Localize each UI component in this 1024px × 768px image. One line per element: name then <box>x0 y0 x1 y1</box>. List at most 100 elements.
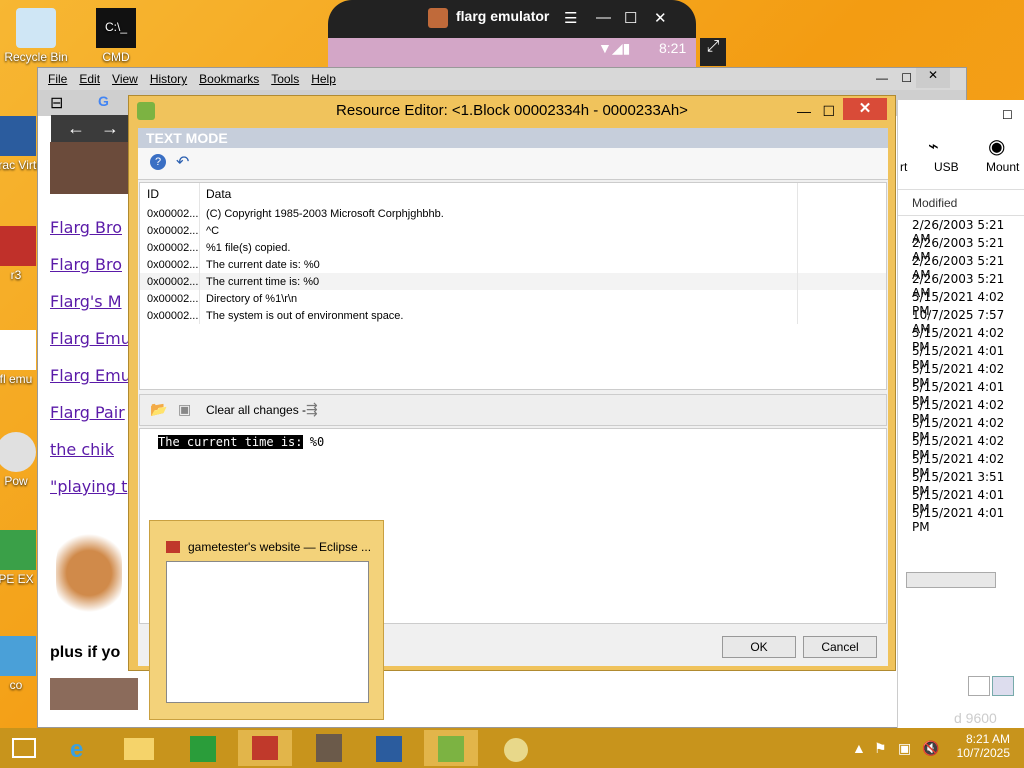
network-icon[interactable]: ▣ <box>898 740 911 757</box>
file-row[interactable]: 5/15/2021 4:02 PM <box>898 414 1024 444</box>
power-icon <box>0 432 36 472</box>
file-row[interactable]: 5/15/2021 3:51 PM <box>898 468 1024 498</box>
close-button[interactable]: ✕ <box>654 9 667 27</box>
action-center-flag-icon[interactable]: ⚑ <box>874 740 887 757</box>
menu-view[interactable]: View <box>112 72 138 86</box>
file-row[interactable]: 2/26/2003 5:21 AM <box>898 216 1024 246</box>
file-row[interactable]: 5/15/2021 4:02 PM <box>898 288 1024 318</box>
cmd-shortcut[interactable]: C:\_ CMD <box>84 8 148 64</box>
modified-column-header[interactable]: Modified <box>898 190 1024 216</box>
file-row[interactable]: 2/26/2003 5:21 AM <box>898 270 1024 300</box>
volume-muted-icon[interactable]: 🔇 <box>922 740 939 757</box>
ok-button[interactable]: OK <box>722 636 796 658</box>
flarg-emulator-icon <box>0 330 36 370</box>
taskbar-preview[interactable]: gametester's website — Eclipse ... <box>149 520 384 720</box>
file-row[interactable]: 5/15/2021 4:02 PM <box>898 360 1024 390</box>
browser-minimize-button[interactable]: — <box>876 71 888 85</box>
table-row[interactable]: 0x00002... Directory of %1\r\n <box>140 290 886 307</box>
data-column-header[interactable]: Data <box>200 183 798 205</box>
explorer-taskbar-button[interactable] <box>112 730 166 766</box>
row-id: 0x00002... <box>140 205 200 222</box>
menu-icon[interactable]: ☰ <box>564 9 577 27</box>
browser-maximize-button[interactable]: ☐ <box>901 71 912 85</box>
page-link[interactable]: "playing t <box>50 477 131 496</box>
menu-edit[interactable]: Edit <box>79 72 100 86</box>
file-row[interactable]: 5/15/2021 4:01 PM <box>898 486 1024 516</box>
id-column-header[interactable]: ID <box>140 183 200 205</box>
page-link[interactable]: Flarg Bro <box>50 218 131 237</box>
flarg-taskbar-button[interactable] <box>302 730 356 766</box>
menu-tools[interactable]: Tools <box>271 72 299 86</box>
file-row[interactable]: 5/15/2021 4:02 PM <box>898 450 1024 480</box>
dialog-maximize-button[interactable]: ☐ <box>822 96 835 126</box>
cancel-button[interactable]: Cancel <box>803 636 877 658</box>
table-row[interactable]: 0x00002... The current time is: %0 <box>140 273 886 290</box>
table-row[interactable]: 0x00002... (C) Copyright 1985-2003 Micros… <box>140 205 886 222</box>
page-link[interactable]: the chik <box>50 440 131 459</box>
clear-all-changes-button[interactable]: Clear all changes - <box>206 403 306 417</box>
r3-icon <box>0 226 36 266</box>
ie-taskbar-button[interactable]: e <box>56 730 110 766</box>
minimize-button[interactable]: — <box>596 9 611 26</box>
dialog-minimize-button[interactable]: — <box>797 96 811 126</box>
page-link[interactable]: Flarg Bro <box>50 255 131 274</box>
page-link[interactable]: Flarg Emu <box>50 366 131 385</box>
table-row[interactable]: 0x00002... ^C <box>140 222 886 239</box>
disc-taskbar-button[interactable] <box>488 730 542 766</box>
file-row[interactable]: 5/15/2021 4:02 PM <box>898 396 1024 426</box>
tray-expand-icon[interactable]: ▲ <box>852 740 866 756</box>
row-data: Directory of %1\r\n <box>200 290 798 307</box>
file-row[interactable]: 2/26/2003 5:21 AM <box>898 252 1024 282</box>
browser-menubar: File Edit View History Bookmarks Tools H… <box>38 68 966 90</box>
file-row[interactable]: 2/26/2003 5:21 AM <box>898 234 1024 264</box>
details-view-icon[interactable] <box>968 676 990 696</box>
tab-overview-icon[interactable]: ⊟ <box>50 93 63 113</box>
taskbar-clock[interactable]: 8:21 AM 10/7/2025 <box>957 732 1010 760</box>
help-icon[interactable]: ? <box>150 154 166 170</box>
undo-icon[interactable]: ↶ <box>176 152 189 172</box>
resource-editor-taskbar-button[interactable] <box>424 730 478 766</box>
google-icon[interactable]: G <box>98 93 109 109</box>
eclipse-taskbar-button[interactable] <box>238 730 292 766</box>
export-icon[interactable]: ⇶ <box>306 401 318 418</box>
table-row[interactable]: 0x00002... %1 file(s) copied. <box>140 239 886 256</box>
menu-history[interactable]: History <box>150 72 187 86</box>
page-text: plus if yo <box>50 644 121 661</box>
file-row[interactable]: 5/15/2021 4:01 PM <box>898 378 1024 408</box>
expand-icon[interactable]: ⤢ <box>700 38 726 66</box>
menu-bookmarks[interactable]: Bookmarks <box>199 72 259 86</box>
page-link[interactable]: Flarg Emu <box>50 329 131 348</box>
file-row[interactable]: 5/15/2021 4:02 PM <box>898 324 1024 354</box>
store-taskbar-button[interactable] <box>176 730 230 766</box>
dialog-close-button[interactable]: ✕ <box>843 98 887 120</box>
fm-tool-label[interactable]: rt <box>900 160 907 174</box>
menu-file[interactable]: File <box>48 72 67 86</box>
file-row[interactable]: 5/15/2021 4:01 PM <box>898 504 1024 534</box>
usb-button[interactable]: USB <box>934 160 959 174</box>
browser-close-button[interactable]: ✕ <box>916 68 950 88</box>
table-row[interactable]: 0x00002... The system is out of environme… <box>140 307 886 324</box>
page-link[interactable]: Flarg's M <box>50 292 131 311</box>
table-row[interactable]: 0x00002... The current date is: %0 <box>140 256 886 273</box>
file-row[interactable]: 5/15/2021 4:01 PM <box>898 342 1024 372</box>
forward-arrow-icon[interactable]: → <box>101 118 119 139</box>
virtualbox-taskbar-button[interactable] <box>362 730 416 766</box>
preview-view-icon[interactable] <box>992 676 1014 696</box>
save-icon[interactable]: ▣ <box>178 401 191 418</box>
menu-help[interactable]: Help <box>311 72 336 86</box>
maximize-button[interactable]: ☐ <box>624 9 637 27</box>
file-row[interactable]: 10/7/2025 7:57 AM <box>898 306 1024 336</box>
file-row[interactable]: 5/15/2021 4:02 PM <box>898 432 1024 462</box>
row-id: 0x00002... <box>140 256 200 273</box>
recycle-bin-shortcut[interactable]: Recycle Bin <box>4 8 68 64</box>
flarg-logo-icon <box>428 8 448 28</box>
pe-explorer-icon <box>0 530 36 570</box>
open-icon[interactable]: 📂 <box>150 401 167 418</box>
start-button[interactable] <box>0 730 54 766</box>
row-data: The current date is: %0 <box>200 256 798 273</box>
mount-button[interactable]: Mount <box>986 160 1019 174</box>
page-link[interactable]: Flarg Pair <box>50 403 131 422</box>
horizontal-scrollbar[interactable] <box>906 572 996 588</box>
back-arrow-icon[interactable]: ← <box>67 118 85 139</box>
fm-maximize-button[interactable]: ☐ <box>1002 108 1013 122</box>
